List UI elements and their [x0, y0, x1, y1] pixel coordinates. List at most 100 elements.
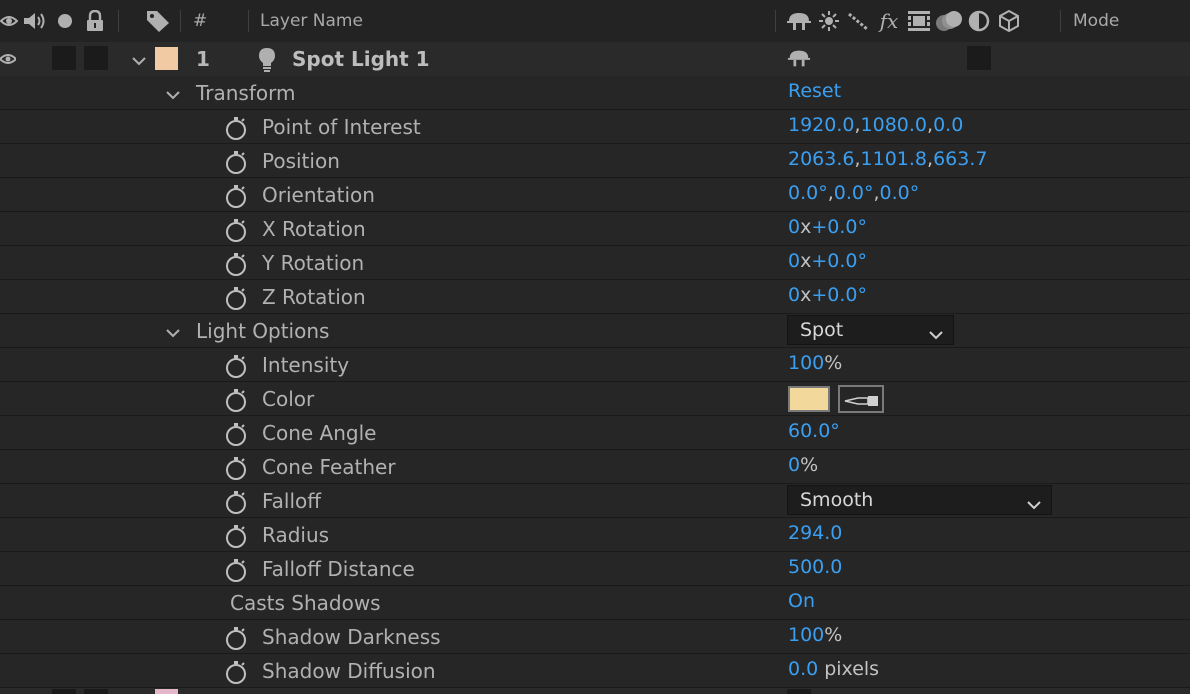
- property-row-y-rotation[interactable]: Y Rotation 0x+0.0°: [0, 246, 1190, 280]
- property-row-z-rotation[interactable]: Z Rotation 0x+0.0°: [0, 280, 1190, 314]
- stopwatch-icon[interactable]: [224, 456, 248, 480]
- property-value[interactable]: 100%: [788, 624, 842, 646]
- value-x[interactable]: 2063.6: [788, 148, 854, 170]
- casts-shadows-value[interactable]: On: [788, 590, 815, 612]
- property-value[interactable]: 0x+0.0°: [788, 216, 867, 238]
- property-row-shadow-darkness[interactable]: Shadow Darkness 100%: [0, 620, 1190, 654]
- chevron-down-icon[interactable]: [165, 324, 181, 340]
- shy-icon[interactable]: [787, 48, 811, 72]
- property-row-radius[interactable]: Radius 294.0: [0, 518, 1190, 552]
- shadow-darkness-value[interactable]: 100: [788, 624, 824, 646]
- solo-toggle[interactable]: [52, 46, 76, 70]
- stopwatch-icon[interactable]: [224, 150, 248, 174]
- value-x[interactable]: 1920.0: [788, 114, 854, 136]
- value-y[interactable]: 0.0°: [834, 182, 874, 204]
- switch-toggle[interactable]: [787, 689, 811, 694]
- falloff-distance-value[interactable]: 500.0: [788, 556, 842, 578]
- property-row-falloff-distance[interactable]: Falloff Distance 500.0: [0, 552, 1190, 586]
- cone-feather-value[interactable]: 0: [788, 454, 800, 476]
- property-row-position[interactable]: Position 2063.6,1101.8,663.7: [0, 144, 1190, 178]
- color-swatch[interactable]: [788, 386, 830, 412]
- stopwatch-icon[interactable]: [224, 490, 248, 514]
- 3d-layer-toggle[interactable]: [967, 46, 991, 70]
- light-options-group-row[interactable]: Light Options Spot: [0, 314, 1190, 348]
- label-color-swatch[interactable]: [155, 47, 178, 70]
- lock-toggle[interactable]: [84, 46, 108, 70]
- property-value[interactable]: 0.0°,0.0°,0.0°: [788, 182, 919, 204]
- value-degrees[interactable]: +0.0°: [811, 284, 867, 306]
- frame-blend-icon[interactable]: [906, 10, 932, 32]
- property-row-falloff[interactable]: Falloff Smooth: [0, 484, 1190, 518]
- stopwatch-icon[interactable]: [224, 626, 248, 650]
- stopwatch-icon[interactable]: [224, 388, 248, 412]
- property-value[interactable]: 2063.6,1101.8,663.7: [788, 148, 987, 170]
- stopwatch-icon[interactable]: [224, 558, 248, 582]
- stopwatch-icon[interactable]: [224, 116, 248, 140]
- property-row-point-of-interest[interactable]: Point of Interest 1920.0,1080.0,0.0: [0, 110, 1190, 144]
- adjustment-icon[interactable]: [966, 10, 992, 32]
- stopwatch-icon[interactable]: [224, 524, 248, 548]
- transform-group-row[interactable]: Transform Reset: [0, 76, 1190, 110]
- property-row-cone-angle[interactable]: Cone Angle 60.0°: [0, 416, 1190, 450]
- property-row-casts-shadows[interactable]: Casts Shadows On: [0, 586, 1190, 620]
- stopwatch-icon[interactable]: [224, 660, 248, 684]
- value-revolutions[interactable]: 0: [788, 284, 800, 306]
- value-degrees[interactable]: +0.0°: [811, 250, 867, 272]
- stopwatch-icon[interactable]: [224, 354, 248, 378]
- value-revolutions[interactable]: 0: [788, 216, 800, 238]
- solo-dot-icon[interactable]: [56, 10, 74, 32]
- stopwatch-icon[interactable]: [224, 286, 248, 310]
- mode-column-header[interactable]: Mode: [1073, 11, 1119, 31]
- quality-icon[interactable]: [846, 10, 870, 32]
- shadow-diffusion-value[interactable]: 0.0: [788, 658, 818, 680]
- property-row-intensity[interactable]: Intensity 100%: [0, 348, 1190, 382]
- radius-value[interactable]: 294.0: [788, 522, 842, 544]
- property-value[interactable]: 0x+0.0°: [788, 250, 867, 272]
- eyedropper-button[interactable]: [838, 385, 884, 413]
- property-row-orientation[interactable]: Orientation 0.0°,0.0°,0.0°: [0, 178, 1190, 212]
- layer-name-column-header[interactable]: Layer Name: [260, 11, 363, 31]
- shy-icon[interactable]: [786, 10, 812, 32]
- stopwatch-icon[interactable]: [224, 422, 248, 446]
- property-value[interactable]: 0x+0.0°: [788, 284, 867, 306]
- eye-icon[interactable]: [0, 10, 18, 32]
- property-value[interactable]: 1920.0,1080.0,0.0: [788, 114, 963, 136]
- property-value[interactable]: 0.0 pixels: [788, 658, 879, 680]
- chevron-down-icon[interactable]: [165, 86, 181, 102]
- value-revolutions[interactable]: 0: [788, 250, 800, 272]
- value-x[interactable]: 0.0°: [788, 182, 828, 204]
- property-value[interactable]: 0%: [788, 454, 818, 476]
- cone-angle-value[interactable]: 60.0°: [788, 420, 840, 442]
- eye-icon[interactable]: [0, 51, 18, 70]
- property-row-x-rotation[interactable]: X Rotation 0x+0.0°: [0, 212, 1190, 246]
- property-row-cone-feather[interactable]: Cone Feather 0%: [0, 450, 1190, 484]
- stopwatch-icon[interactable]: [224, 252, 248, 276]
- lock-icon[interactable]: [84, 10, 106, 32]
- lock-toggle[interactable]: [84, 689, 108, 694]
- value-y[interactable]: 1080.0: [861, 114, 927, 136]
- collapse-sun-icon[interactable]: [818, 10, 840, 32]
- value-degrees[interactable]: +0.0°: [811, 216, 867, 238]
- speaker-icon[interactable]: [22, 10, 48, 32]
- reset-link[interactable]: Reset: [788, 80, 841, 102]
- property-row-shadow-diffusion[interactable]: Shadow Diffusion 0.0 pixels: [0, 654, 1190, 688]
- value-y[interactable]: 1101.8: [861, 148, 927, 170]
- number-column-header[interactable]: #: [193, 11, 207, 31]
- solo-toggle[interactable]: [52, 689, 76, 694]
- property-value[interactable]: 100%: [788, 352, 842, 374]
- intensity-value[interactable]: 100: [788, 352, 824, 374]
- falloff-dropdown[interactable]: Smooth: [787, 485, 1052, 515]
- stopwatch-icon[interactable]: [224, 184, 248, 208]
- label-color-swatch[interactable]: [155, 689, 178, 694]
- value-z[interactable]: 0.0°: [880, 182, 920, 204]
- chevron-down-icon[interactable]: [131, 52, 147, 68]
- 3d-cube-icon[interactable]: [996, 10, 1022, 32]
- stopwatch-icon[interactable]: [224, 218, 248, 242]
- label-tag-icon[interactable]: [145, 10, 171, 32]
- fx-icon[interactable]: fx: [876, 9, 902, 33]
- light-type-dropdown[interactable]: Spot: [787, 315, 954, 345]
- layer-row[interactable]: 1 Spot Light 1: [0, 42, 1190, 77]
- property-row-color[interactable]: Color: [0, 382, 1190, 416]
- next-layer-row[interactable]: [0, 688, 1190, 694]
- value-z[interactable]: 0.0: [933, 114, 963, 136]
